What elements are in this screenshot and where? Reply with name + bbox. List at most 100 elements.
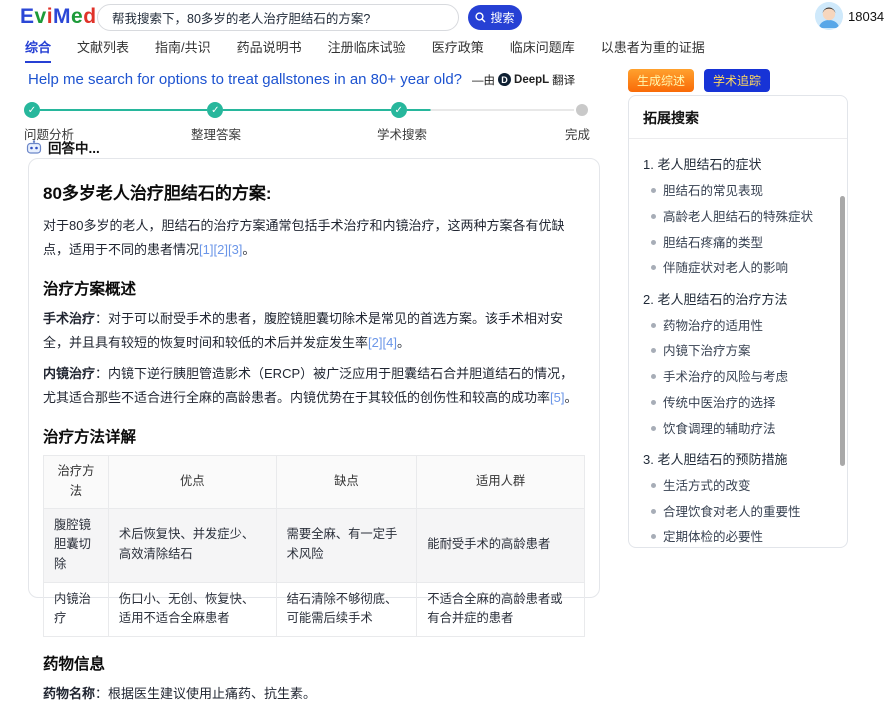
progress-stepper: ✓ ✓ ✓ 问题分析 整理答案 学术搜索 完成 (24, 102, 590, 136)
expand-search-item[interactable]: 胆结石疼痛的类型 (643, 230, 831, 256)
translation-attribution: —由 D DeepL 翻译 (472, 72, 575, 88)
step-label-organize: 整理答案 (191, 124, 241, 143)
step-label-academic-search: 学术搜索 (377, 124, 427, 143)
expand-search-item[interactable]: 生活方式的改变 (643, 473, 831, 499)
expand-search-list: 1. 老人胆结石的症状 胆结石的常见表现 高龄老人胆结石的特殊症状 胆结石疼痛的… (629, 139, 847, 548)
translated-query: Help me search for options to treat gall… (28, 71, 575, 88)
evimed-logo[interactable]: EviMed (20, 5, 97, 29)
progress-line-partial (407, 109, 574, 111)
expand-search-item[interactable]: 胆结石的常见表现 (643, 179, 831, 205)
tab-medical-policy[interactable]: 医疗政策 (432, 37, 484, 63)
col-header: 适用人群 (417, 456, 585, 508)
table-cell: 结石清除不够彻底、可能需后续手术 (276, 582, 417, 636)
surgery-paragraph: 手术治疗：对于可以耐受手术的患者，腹腔镜胆囊切除术是常见的首选方案。该手术相对安… (43, 307, 585, 355)
expand-search-item[interactable]: 伴随症状对老人的影响 (643, 256, 831, 282)
answer-card: 80多岁老人治疗胆结石的方案: 对于80多岁的老人，胆结石的治疗方案通常包括手术… (28, 158, 600, 598)
search-icon (475, 12, 486, 23)
tab-patient-evidence[interactable]: 以患者为重的证据 (601, 37, 705, 63)
table-cell: 需要全麻、有一定手术风险 (276, 508, 417, 582)
tab-drug-labels[interactable]: 药品说明书 (237, 37, 302, 63)
table-cell: 不适合全麻的高龄患者或有合并症的患者 (417, 582, 585, 636)
table-cell: 能耐受手术的高龄患者 (417, 508, 585, 582)
bullet-icon (651, 400, 656, 405)
avatar[interactable] (815, 2, 843, 30)
check-icon: ✓ (207, 102, 223, 118)
generate-review-button[interactable]: 生成综述 (628, 69, 694, 92)
expand-search-panel: 拓展搜索 1. 老人胆结石的症状 胆结石的常见表现 高龄老人胆结石的特殊症状 胆… (628, 95, 848, 548)
bullet-icon (651, 323, 656, 328)
intro-paragraph: 对于80多岁的老人，胆结石的治疗方案通常包括手术治疗和内镜治疗，这两种方案各有优… (43, 214, 585, 262)
answer-title: 80多岁老人治疗胆结石的方案: (43, 179, 585, 204)
deepl-icon: D (498, 73, 511, 86)
result-tabs: 综合 文献列表 指南/共识 药品说明书 注册临床试验 医疗政策 临床问题库 以患… (25, 37, 705, 63)
citation-link[interactable]: [4] (382, 335, 396, 350)
bullet-icon (651, 483, 656, 488)
check-icon: ✓ (24, 102, 40, 118)
expand-search-topic[interactable]: 3. 老人胆结石的预防措施 (643, 450, 831, 470)
tab-guidelines[interactable]: 指南/共识 (155, 37, 211, 63)
user-phone-number: 18034. (848, 9, 884, 24)
table-cell: 伤口小、无创、恢复快、适用不适合全麻患者 (108, 582, 276, 636)
medication-paragraph: 药物名称：根据医生建议使用止痛药、抗生素。 (43, 682, 585, 706)
answering-status-text: 回答中... (48, 137, 100, 157)
scrollbar[interactable] (840, 196, 845, 466)
section-heading-overview: 治疗方案概述 (43, 277, 585, 299)
tab-clinical-trials[interactable]: 注册临床试验 (328, 37, 406, 63)
col-header: 缺点 (276, 456, 417, 508)
col-header: 治疗方法 (44, 456, 109, 508)
bullet-icon (651, 426, 656, 431)
sidebar-actions: 生成综述 学术追踪 (628, 69, 770, 92)
bullet-icon (651, 534, 656, 539)
expand-search-item[interactable]: 合理饮食对老人的重要性 (643, 499, 831, 525)
expand-search-topic[interactable]: 1. 老人胆结石的症状 (643, 155, 831, 175)
bullet-icon (651, 240, 656, 245)
translated-query-text: Help me search for options to treat gall… (28, 71, 462, 88)
expand-search-item[interactable]: 定期体检的必要性 (643, 525, 831, 548)
expand-search-item[interactable]: 饮食调理的辅助疗法 (643, 416, 831, 442)
tab-clinical-questions[interactable]: 临床问题库 (510, 37, 575, 63)
check-icon: ✓ (391, 102, 407, 118)
table-cell: 腹腔镜胆囊切除 (44, 508, 109, 582)
bullet-icon (651, 509, 656, 514)
bullet-icon (651, 265, 656, 270)
bullet-icon (651, 374, 656, 379)
pending-dot-icon (576, 104, 588, 116)
progress-line (223, 109, 390, 111)
expand-search-title: 拓展搜索 (629, 96, 847, 139)
expand-search-item[interactable]: 传统中医治疗的选择 (643, 390, 831, 416)
citation-link[interactable]: [2] (368, 335, 382, 350)
table-cell: 内镜治疗 (44, 582, 109, 636)
table-cell: 术后恢复快、并发症少、高效清除结石 (108, 508, 276, 582)
bullet-icon (651, 214, 656, 219)
section-heading-methods: 治疗方法详解 (43, 425, 585, 447)
step-label-done: 完成 (565, 124, 590, 143)
academic-tracking-button[interactable]: 学术追踪 (704, 69, 770, 92)
bullet-icon (651, 348, 656, 353)
citation-link[interactable]: [1] (199, 242, 213, 257)
tab-comprehensive[interactable]: 综合 (25, 37, 51, 63)
expand-search-item[interactable]: 高龄老人胆结石的特殊症状 (643, 204, 831, 230)
search-button[interactable]: 搜索 (468, 5, 522, 30)
section-heading-medication: 药物信息 (43, 652, 585, 674)
col-header: 优点 (108, 456, 276, 508)
treatment-methods-table: 治疗方法 优点 缺点 适用人群 腹腔镜胆囊切除 术后恢复快、并发症少、高效清除结… (43, 455, 585, 637)
deepl-brand: DeepL (514, 74, 549, 86)
table-row: 腹腔镜胆囊切除 术后恢复快、并发症少、高效清除结石 需要全麻、有一定手术风险 能… (44, 508, 585, 582)
search-input[interactable] (97, 4, 459, 31)
search-button-label: 搜索 (490, 9, 514, 26)
expand-search-item[interactable]: 手术治疗的风险与考虑 (643, 365, 831, 391)
robot-icon (26, 140, 42, 155)
table-header-row: 治疗方法 优点 缺点 适用人群 (44, 456, 585, 508)
endoscopy-paragraph: 内镜治疗：内镜下逆行胰胆管造影术（ERCP）被广泛应用于胆囊结石合并胆道结石的情… (43, 362, 585, 410)
citation-link[interactable]: [5] (550, 390, 564, 405)
bullet-icon (651, 188, 656, 193)
progress-line (40, 109, 207, 111)
citation-link[interactable]: [2] (213, 242, 227, 257)
citation-link[interactable]: [3] (228, 242, 242, 257)
tab-literature-list[interactable]: 文献列表 (77, 37, 129, 63)
table-row: 内镜治疗 伤口小、无创、恢复快、适用不适合全麻患者 结石清除不够彻底、可能需后续… (44, 582, 585, 636)
expand-search-item[interactable]: 内镜下治疗方案 (643, 339, 831, 365)
expand-search-item[interactable]: 药物治疗的适用性 (643, 313, 831, 339)
expand-search-topic[interactable]: 2. 老人胆结石的治疗方法 (643, 290, 831, 310)
answering-status: 回答中... (26, 137, 100, 157)
